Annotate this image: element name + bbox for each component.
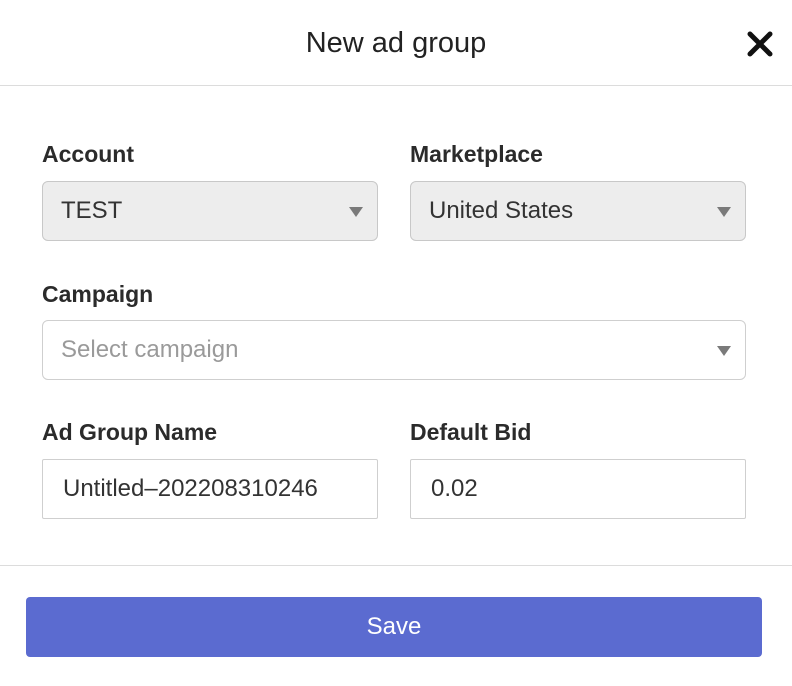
- chevron-down-icon: [717, 346, 731, 356]
- default-bid-input[interactable]: 0.02: [410, 459, 746, 519]
- campaign-select[interactable]: Select campaign: [42, 320, 746, 380]
- dialog-title: New ad group: [305, 27, 487, 59]
- close-icon: [747, 31, 773, 57]
- ad-group-name-value: Untitled–202208310246: [63, 475, 318, 502]
- marketplace-select[interactable]: United States: [410, 181, 746, 241]
- account-select[interactable]: TEST: [42, 181, 378, 241]
- close-button[interactable]: [744, 28, 776, 60]
- marketplace-select-value: United States: [429, 197, 574, 224]
- new-ad-group-dialog: New ad group Account TEST Marketplace Un…: [0, 0, 792, 686]
- account-select-value: TEST: [61, 197, 123, 224]
- footer-divider: [0, 565, 792, 566]
- campaign-label: Campaign: [42, 281, 154, 307]
- dialog-header: New ad group: [0, 0, 792, 86]
- chevron-down-icon: [349, 207, 363, 217]
- default-bid-label: Default Bid: [410, 419, 532, 445]
- ad-group-name-input[interactable]: Untitled–202208310246: [42, 459, 378, 519]
- campaign-select-placeholder: Select campaign: [61, 336, 239, 363]
- ad-group-name-label: Ad Group Name: [42, 419, 218, 445]
- marketplace-label: Marketplace: [410, 141, 543, 167]
- save-button[interactable]: Save: [26, 597, 762, 657]
- default-bid-value: 0.02: [431, 475, 478, 502]
- account-label: Account: [42, 141, 134, 167]
- chevron-down-icon: [717, 207, 731, 217]
